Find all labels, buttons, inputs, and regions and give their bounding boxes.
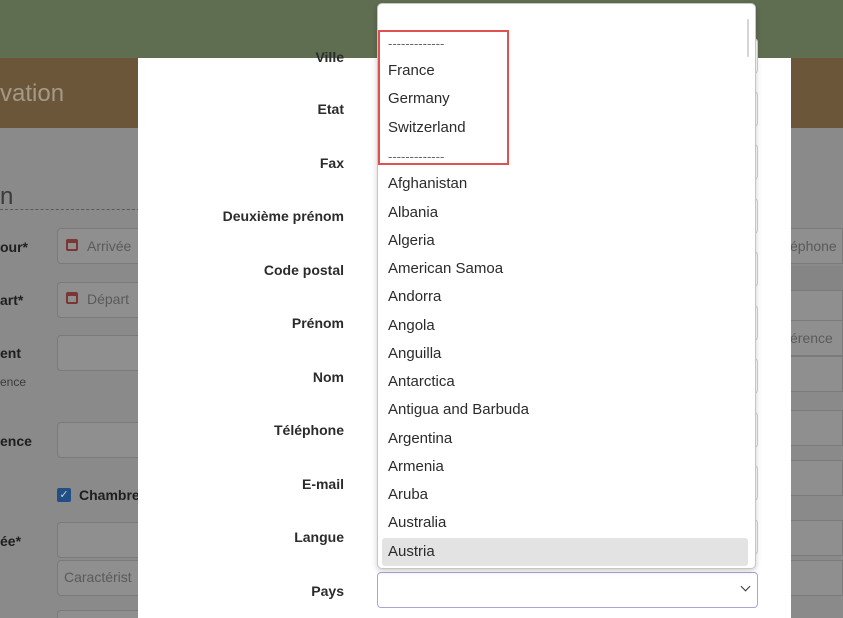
field-label: ence — [0, 433, 32, 449]
dropdown-option[interactable]: Antarctica — [382, 368, 748, 396]
annotation-highlight-box — [378, 30, 509, 165]
departure-label: art* — [0, 292, 24, 308]
dropdown-option[interactable]: Anguilla — [382, 340, 748, 368]
room-checkbox-label: Chambre — [79, 487, 140, 503]
dropdown-option[interactable]: Angola — [382, 312, 748, 340]
state-label: Etat — [317, 101, 344, 117]
dropdown-option[interactable]: Albania — [382, 199, 748, 227]
dropdown-option[interactable]: Afghanistan — [382, 170, 748, 198]
reference-placeholder: érence — [790, 330, 833, 346]
room-checkbox[interactable]: ✓ — [57, 488, 71, 502]
language-label: Langue — [294, 529, 344, 545]
middle-name-label: Deuxième prénom — [222, 208, 344, 224]
dropdown-option[interactable]: Aruba — [382, 481, 748, 509]
dropdown-option-highlighted[interactable]: Austria — [382, 538, 748, 566]
country-label: Pays — [311, 583, 344, 599]
text-input[interactable] — [57, 522, 147, 558]
first-name-label: Prénom — [291, 315, 344, 331]
dropdown-option[interactable]: Algeria — [382, 227, 748, 255]
calendar-icon — [66, 292, 78, 304]
text-input[interactable] — [57, 335, 147, 371]
city-label: Ville — [315, 49, 344, 65]
dropdown-option[interactable]: Antigua and Barbuda — [382, 396, 748, 424]
phone-placeholder: éphone — [790, 238, 837, 254]
email-label: E-mail — [301, 476, 344, 492]
field-hint: ence — [0, 375, 27, 389]
dropdown-option[interactable]: American Samoa — [382, 255, 748, 283]
section-divider — [0, 209, 140, 210]
characteristics-placeholder: Caractérist — [64, 569, 132, 585]
departure-placeholder: Départ — [87, 291, 130, 307]
text-input[interactable] — [57, 422, 147, 458]
calendar-icon — [66, 239, 78, 251]
section-title: n — [0, 183, 14, 210]
fax-label: Fax — [319, 155, 344, 171]
chevron-down-icon[interactable] — [740, 581, 751, 592]
dropdown-option[interactable]: Australia — [382, 509, 748, 537]
country-select[interactable] — [377, 572, 758, 608]
field-label: ent — [0, 345, 21, 361]
arrival-placeholder: Arrivée — [87, 238, 132, 254]
arrival-label: our* — [0, 239, 28, 255]
dropdown-option[interactable]: Andorra — [382, 283, 748, 311]
banner-title: vation — [0, 80, 65, 107]
phone-label: Téléphone — [273, 422, 344, 438]
dropdown-option[interactable]: Armenia — [382, 453, 748, 481]
last-name-label: Nom — [312, 369, 344, 385]
postal-code-label: Code postal — [263, 262, 344, 278]
field-label: ée* — [0, 533, 22, 549]
text-input[interactable] — [57, 610, 147, 618]
dropdown-option[interactable]: Argentina — [382, 425, 748, 453]
